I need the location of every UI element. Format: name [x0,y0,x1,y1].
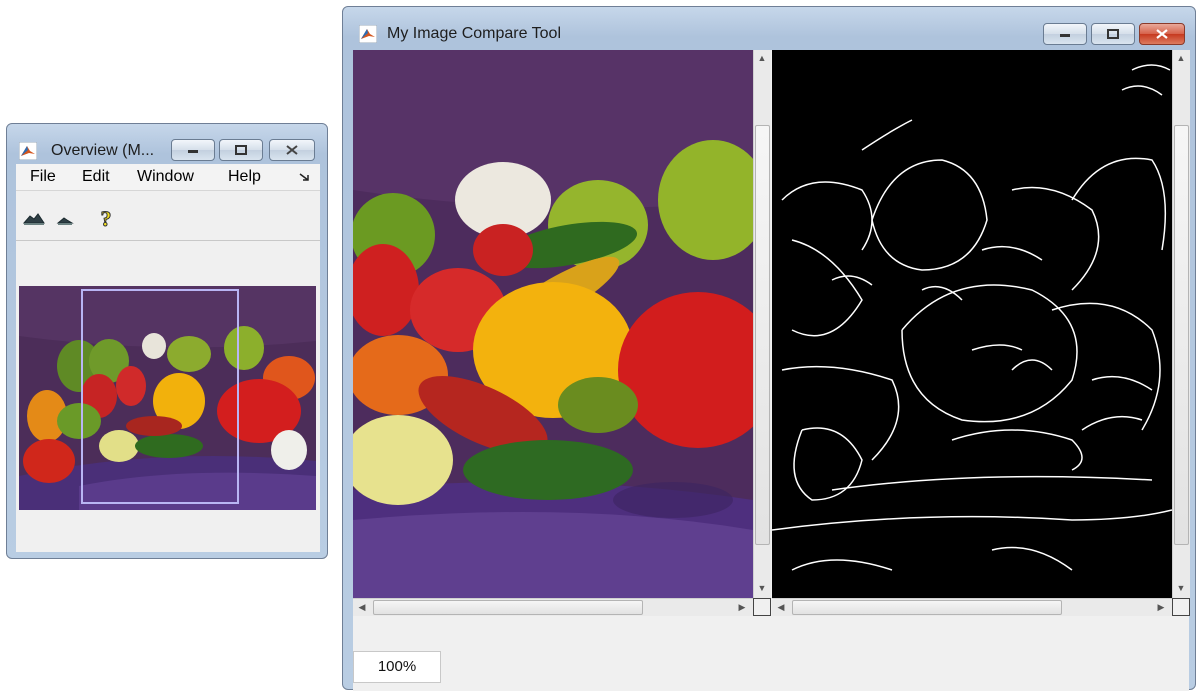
close-button[interactable] [1139,23,1185,45]
right-horizontal-scrollbar[interactable]: ◀ ▶ [772,598,1172,616]
overview-title: Overview (M... [51,142,155,159]
menu-help[interactable]: Help [228,168,261,186]
zoom-out-icon[interactable] [54,208,78,228]
scroll-right-icon[interactable]: ▶ [734,599,750,615]
compare-client: ▲ ▼ ▲ ▼ ◀ ▶ ◀ ▶ 100% [353,50,1190,691]
close-icon [1156,29,1168,39]
right-vscroll-thumb[interactable] [1174,125,1189,545]
original-image [353,50,753,598]
scroll-right-icon[interactable]: ▶ [1153,599,1169,615]
close-button[interactable] [269,139,315,161]
magnification-box[interactable]: 100% [353,651,441,683]
overview-viewport-rectangle[interactable] [81,289,239,504]
maximize-icon [235,145,247,155]
overview-titlebar[interactable]: Overview (M... [7,124,327,166]
right-hscroll-thumb[interactable] [792,600,1062,615]
original-image-pane[interactable] [353,50,753,598]
left-hscroll-thumb[interactable] [373,600,643,615]
maximize-button[interactable] [1091,23,1135,45]
toolbar: ? [16,204,320,241]
scroll-left-icon[interactable]: ◀ [773,599,789,615]
compare-title: My Image Compare Tool [387,25,561,42]
left-scroll-corner [753,598,771,616]
zoom-in-icon[interactable] [22,208,46,228]
minimize-icon [188,150,198,153]
toolbar-arrow-icon[interactable] [299,172,309,182]
right-scroll-corner [1172,598,1190,616]
scroll-left-icon[interactable]: ◀ [354,599,370,615]
compare-window: My Image Compare Tool ▲ ▼ ▲ ▼ ◀ ▶ ◀ ▶ 10… [342,6,1196,691]
edge-image [772,50,1172,598]
right-vertical-scrollbar[interactable]: ▲ ▼ [1172,50,1190,598]
menu-file[interactable]: File [30,168,56,186]
scroll-down-icon[interactable]: ▼ [1173,580,1189,596]
help-icon[interactable]: ? [98,206,114,232]
menu-bar: File Edit Window Help [16,164,320,191]
minimize-icon [1060,34,1070,37]
scroll-up-icon[interactable]: ▲ [754,50,770,66]
menu-window[interactable]: Window [137,168,194,186]
left-horizontal-scrollbar[interactable]: ◀ ▶ [353,598,753,616]
menu-edit[interactable]: Edit [82,168,110,186]
scroll-up-icon[interactable]: ▲ [1173,50,1189,66]
matlab-icon [19,142,37,160]
left-vertical-scrollbar[interactable]: ▲ ▼ [753,50,771,598]
compare-titlebar[interactable]: My Image Compare Tool [343,7,1195,49]
minimize-button[interactable] [1043,23,1087,45]
maximize-icon [1107,29,1119,39]
maximize-button[interactable] [219,139,263,161]
left-vscroll-thumb[interactable] [755,125,770,545]
svg-text:?: ? [101,206,112,231]
matlab-icon [359,25,377,43]
scroll-down-icon[interactable]: ▼ [754,580,770,596]
edge-image-pane[interactable] [772,50,1172,598]
minimize-button[interactable] [171,139,215,161]
close-icon [286,145,298,155]
